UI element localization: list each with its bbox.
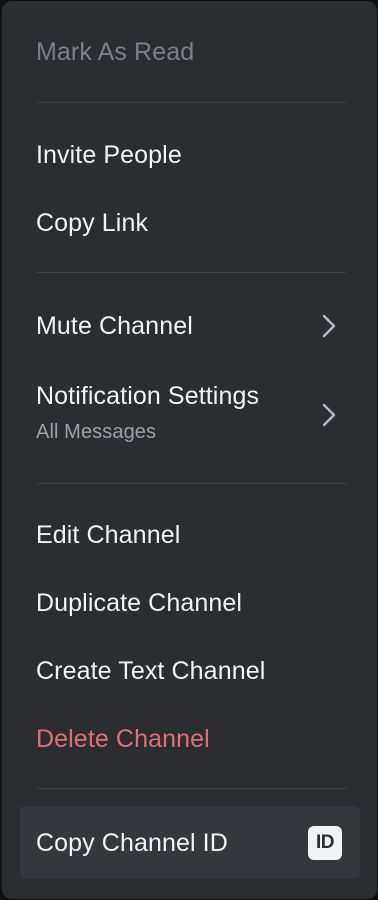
edit-channel-item[interactable]: Edit Channel <box>20 517 360 553</box>
copy-channel-id-item[interactable]: Copy Channel ID ID <box>20 806 360 879</box>
copy-link-label: Copy Link <box>36 209 149 237</box>
notification-settings-value: All Messages <box>36 421 157 443</box>
duplicate-channel-label: Duplicate Channel <box>36 589 242 617</box>
chevron-right-icon <box>322 403 336 427</box>
copy-link-item[interactable]: Copy Link <box>20 205 360 241</box>
create-text-channel-label: Create Text Channel <box>36 657 266 685</box>
notification-settings-label: Notification Settings <box>36 382 260 410</box>
menu-separator <box>36 272 346 273</box>
chevron-right-icon <box>322 314 336 338</box>
id-badge-icon: ID <box>308 826 342 860</box>
edit-channel-label: Edit Channel <box>36 521 181 549</box>
mark-as-read-item: Mark As Read <box>20 35 360 71</box>
menu-separator <box>36 483 346 484</box>
channel-context-menu: Mark As Read Invite People Copy Link Mut… <box>2 1 377 899</box>
notification-settings-item[interactable]: Notification Settings All Messages <box>20 378 360 450</box>
duplicate-channel-item[interactable]: Duplicate Channel <box>20 585 360 621</box>
delete-channel-label: Delete Channel <box>36 725 210 753</box>
menu-separator <box>36 102 346 103</box>
invite-people-label: Invite People <box>36 141 182 169</box>
menu-separator <box>36 788 346 789</box>
invite-people-item[interactable]: Invite People <box>20 137 360 173</box>
create-text-channel-item[interactable]: Create Text Channel <box>20 653 360 689</box>
mute-channel-label: Mute Channel <box>36 312 193 340</box>
mark-as-read-label: Mark As Read <box>36 38 195 66</box>
copy-channel-id-label: Copy Channel ID <box>36 829 228 857</box>
mute-channel-item[interactable]: Mute Channel <box>20 308 360 344</box>
delete-channel-item[interactable]: Delete Channel <box>20 721 360 757</box>
